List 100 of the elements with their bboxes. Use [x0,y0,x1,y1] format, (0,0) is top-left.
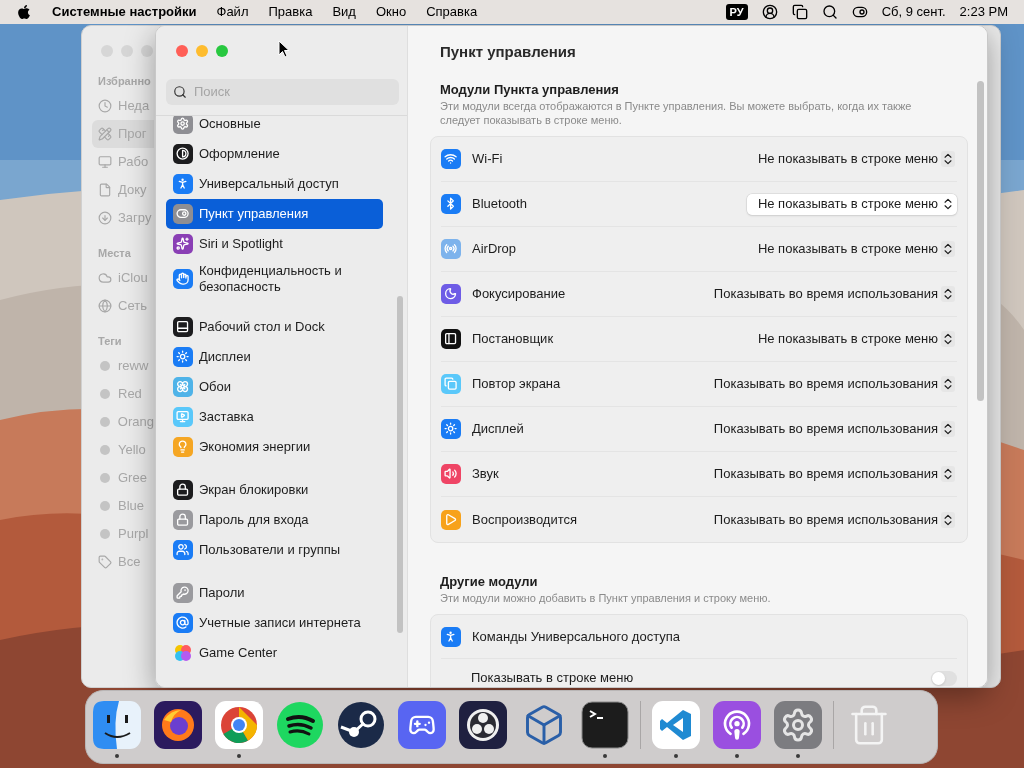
scrollbar[interactable] [977,81,984,401]
fox-icon[interactable] [154,701,202,749]
module-label: Дисплей [472,420,524,439]
menu-visibility-select[interactable]: Показывать во время использования [702,463,957,485]
apple-icon[interactable] [16,4,32,20]
terminal-icon[interactable] [581,701,629,749]
section-heading: Другие модули [439,574,539,590]
menu-item[interactable]: Файл [216,2,249,22]
sidebar-item[interactable]: Оформление [166,139,383,169]
section-title: Избранно [98,74,151,88]
menu-visibility-select[interactable]: Показывать во время использования [702,373,957,395]
sidebar-item[interactable]: Пункт управления [166,199,383,229]
pointer-cursor-icon [278,40,290,58]
module-label: Звук [472,465,499,484]
chevrons-icon [941,511,955,528]
clock-text[interactable]: 2:23 PM [959,2,1008,22]
chevrons-icon [941,376,955,392]
panels-icon [441,329,461,349]
menu-visibility-select[interactable]: Показывать во время использования [702,509,957,530]
app-menu[interactable]: Системные настройки [52,2,197,22]
orb-icon [173,234,193,254]
menu-visibility-select[interactable]: Не показывать в строке меню [746,148,957,170]
sidebar-item[interactable]: Дисплеи [166,342,383,372]
module-label: AirDrop [472,240,517,259]
sidebar-item[interactable]: Экономия энергии [166,432,383,462]
sidebar-item[interactable]: Универсальный доступ [166,169,383,199]
section-description: Эти модули всегда отображаются в Пункте управления. Вы можете выбрать, когда их также следует показывать в строке меню. [439,99,913,127]
module-label: Команды Универсального доступа [472,627,680,646]
sidebar-item[interactable]: Обои [166,372,383,402]
section-heading: Модули Пункта управления [439,82,620,98]
chevrons-icon [941,151,955,167]
round-logo-icon[interactable] [215,701,263,749]
section-title: Места [98,246,131,260]
people-icon [173,540,193,560]
key-icon [173,583,193,603]
menu-item[interactable]: Вид [332,2,356,22]
sidebar-item[interactable]: Основные [166,116,383,139]
sidebar-item[interactable]: Заставка [166,402,383,432]
gear-icon[interactable] [774,701,822,749]
lock-icon [173,510,193,530]
screen-icon [173,407,193,427]
sidebar-item[interactable]: Пароль для входа [166,505,383,535]
sidebar-item[interactable]: Siri и Spotlight [166,229,383,259]
menu-visibility-select[interactable]: Показывать во время использования [702,283,957,305]
pencil-ruler-icon [98,127,112,141]
rings-icon [441,239,461,259]
toggles-icon[interactable] [851,4,868,20]
scrollbar[interactable] [397,296,403,633]
sidebar-item[interactable]: Экран блокировки [166,475,383,505]
gamepad-icon[interactable] [398,701,446,749]
tag-icon [98,555,112,569]
monitor-icon [98,155,112,169]
lock-icon [173,480,193,500]
toggle-switch[interactable] [931,670,957,686]
module-label: Постановщик [472,330,554,349]
sidebar-item[interactable]: Пользователи и группы [166,535,383,565]
smiling-face-icon[interactable] [93,701,141,749]
menu-visibility-select[interactable]: Не показывать в строке меню [746,328,957,350]
cloud-icon [98,271,112,285]
module-label: Повтор экрана [472,375,561,394]
menu-item[interactable]: Правка [268,2,313,22]
contrast-icon [173,144,193,164]
module-label: Воспроизводится [472,510,578,529]
menu-item[interactable]: Окно [375,2,407,22]
gear-icon [173,116,193,134]
sidebar-item[interactable]: Рабочий стол и Dock [166,312,383,342]
sound-waves-icon[interactable] [276,701,324,749]
close-button[interactable] [176,45,188,57]
clock-icon [98,99,112,113]
input-source-badge[interactable]: РУ [725,4,748,20]
menu-visibility-select[interactable]: Не показывать в строке меню [746,193,957,215]
menu-item[interactable]: Справка [426,2,478,22]
sun-icon [441,419,461,439]
date-text[interactable]: Сб, 9 сент. [881,2,946,22]
podcast-icon[interactable] [713,701,761,749]
sidebar-item[interactable]: Конфиденциальность и безопасность [166,259,383,299]
bluetooth-icon [441,194,461,214]
sidebar-item[interactable]: Game Center [166,638,383,668]
person-icon [441,626,461,647]
search-icon [173,85,187,99]
rings-logo-icon[interactable] [459,701,507,749]
download-icon [98,211,112,225]
speaker-icon [441,464,461,484]
bubbles-icon [173,643,193,663]
section-description: Эти модули можно добавить в Пункт управления и строку меню. [439,591,772,605]
sidebar-item[interactable]: Учетные записи интернета [166,608,383,638]
chevrons-icon [941,331,955,347]
dock-icon [173,317,193,337]
sidebar-item[interactable]: Пароли [166,578,383,608]
menu-visibility-select[interactable]: Показывать во время использования [702,418,957,440]
chevrons-icon [941,241,955,257]
search-icon[interactable] [821,4,838,20]
user-icon[interactable] [761,4,778,20]
windows-icon[interactable] [791,4,808,20]
module-label: Фокусирование [472,285,566,304]
globe-icon [98,299,112,313]
chevrons-icon [941,466,955,482]
window-title: Пункт управления [440,41,576,62]
menu-visibility-select[interactable]: Не показывать в строке меню [746,238,957,260]
toggles-icon [173,204,193,224]
